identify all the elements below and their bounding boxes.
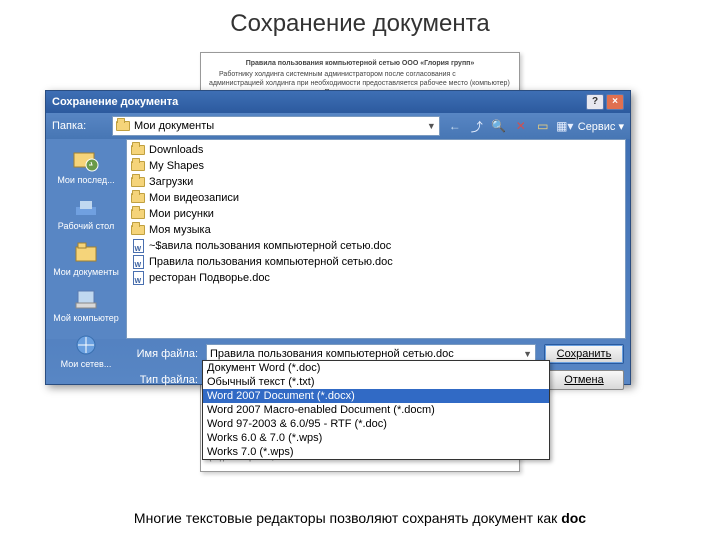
dropdown-option[interactable]: Works 7.0 (*.wps) (203, 445, 549, 459)
dropdown-option[interactable]: Word 2007 Document (*.docx) (203, 389, 549, 403)
file-name: Мои видеозаписи (149, 192, 239, 204)
dropdown-option[interactable]: Word 97-2003 & 6.0/95 - RTF (*.doc) (203, 417, 549, 431)
place-label: Мои документы (53, 267, 119, 277)
file-item[interactable]: Правила пользования компьютерной сетью.d… (129, 254, 623, 270)
document-icon (131, 255, 145, 269)
file-name: ~$авила пользования компьютерной сетью.d… (149, 240, 391, 252)
place-label: Рабочий стол (58, 221, 115, 231)
new-folder-icon[interactable]: ▭ (534, 117, 552, 135)
folder-icon (131, 207, 145, 221)
places-item[interactable]: Рабочий стол (46, 189, 126, 235)
slide-caption: Многие текстовые редакторы позволяют сох… (0, 510, 720, 526)
folder-icon (131, 175, 145, 189)
caption-text: Многие текстовые редакторы позволяют сох… (134, 510, 561, 526)
document-icon (131, 239, 145, 253)
place-icon (70, 239, 102, 267)
file-item[interactable]: Мои видеозаписи (129, 190, 623, 206)
slide-title: Сохранение документа (0, 0, 720, 42)
folder-icon (131, 191, 145, 205)
delete-icon[interactable]: ✕ (512, 117, 530, 135)
place-icon (70, 331, 102, 359)
file-name: My Shapes (149, 160, 204, 172)
bgdoc-title: Правила пользования компьютерной сетью О… (209, 59, 511, 68)
file-list[interactable]: Downloads My Shapes Загрузки Мои видеозапис… (126, 139, 626, 339)
file-item[interactable]: Downloads (129, 142, 623, 158)
file-item[interactable]: Моя музыка (129, 222, 623, 238)
tools-menu[interactable]: Сервис ▾ (578, 120, 624, 133)
filename-label: Имя файла: (132, 348, 198, 360)
place-label: Мои сетев... (61, 359, 112, 369)
folder-icon (131, 159, 145, 173)
dropdown-option[interactable]: Документ Word (*.doc) (203, 361, 549, 375)
search-icon[interactable]: 🔍 (490, 117, 508, 135)
cancel-button[interactable]: Отмена (544, 370, 624, 390)
caption-bold: doc (561, 510, 586, 526)
place-label: Мой компьютер (53, 313, 119, 323)
file-name: Правила пользования компьютерной сетью.d… (149, 256, 393, 268)
file-item[interactable]: Загрузки (129, 174, 623, 190)
chevron-down-icon: ▼ (427, 121, 436, 131)
views-icon[interactable]: ▦▾ (556, 117, 574, 135)
file-item[interactable]: ресторан Подворье.doc (129, 270, 623, 286)
dropdown-option[interactable]: Works 6.0 & 7.0 (*.wps) (203, 431, 549, 445)
save-button[interactable]: Сохранить (544, 344, 624, 364)
help-button[interactable]: ? (586, 94, 604, 110)
filename-value: Правила пользования компьютерной сетью.d… (210, 348, 454, 360)
filetype-dropdown-list[interactable]: Документ Word (*.doc)Обычный текст (*.tx… (202, 360, 550, 460)
folder-icon (116, 119, 130, 133)
folder-icon (131, 143, 145, 157)
file-item[interactable]: My Shapes (129, 158, 623, 174)
places-item[interactable]: Мои послед... (46, 143, 126, 189)
places-item[interactable]: Мои документы (46, 235, 126, 281)
file-item[interactable]: Мои рисунки (129, 206, 623, 222)
places-item[interactable]: Мои сетев... (46, 327, 126, 373)
file-name: Загрузки (149, 176, 193, 188)
folder-value: Мои документы (134, 120, 214, 132)
back-icon[interactable]: ← (446, 117, 464, 135)
places-item[interactable]: Мой компьютер (46, 281, 126, 327)
save-dialog: Сохранение документа ? × Папка: Мои доку… (45, 90, 631, 385)
file-name: Мои рисунки (149, 208, 214, 220)
file-name: ресторан Подворье.doc (149, 272, 270, 284)
close-button[interactable]: × (606, 94, 624, 110)
document-icon (131, 271, 145, 285)
place-icon (70, 193, 102, 221)
file-name: Downloads (149, 144, 203, 156)
place-icon (70, 147, 102, 175)
dropdown-option[interactable]: Обычный текст (*.txt) (203, 375, 549, 389)
dialog-title: Сохранение документа (52, 96, 178, 108)
file-item[interactable]: ~$авила пользования компьютерной сетью.d… (129, 238, 623, 254)
place-icon (70, 285, 102, 313)
dropdown-option[interactable]: Word 2007 Macro-enabled Document (*.docm… (203, 403, 549, 417)
filetype-label: Тип файла: (132, 374, 198, 386)
places-bar: Мои послед... Рабочий стол Мои документы Мо… (46, 139, 126, 339)
chevron-down-icon[interactable]: ▼ (523, 349, 532, 359)
place-label: Мои послед... (57, 175, 114, 185)
folder-icon (131, 223, 145, 237)
up-icon[interactable]: ⤴ (468, 117, 486, 135)
titlebar[interactable]: Сохранение документа ? × (46, 91, 630, 113)
folder-label: Папка: (52, 120, 106, 132)
folder-dropdown[interactable]: Мои документы ▼ (112, 116, 440, 136)
file-name: Моя музыка (149, 224, 211, 236)
toolbar: Папка: Мои документы ▼ ← ⤴ 🔍 ✕ ▭ ▦▾ Серв… (46, 113, 630, 139)
